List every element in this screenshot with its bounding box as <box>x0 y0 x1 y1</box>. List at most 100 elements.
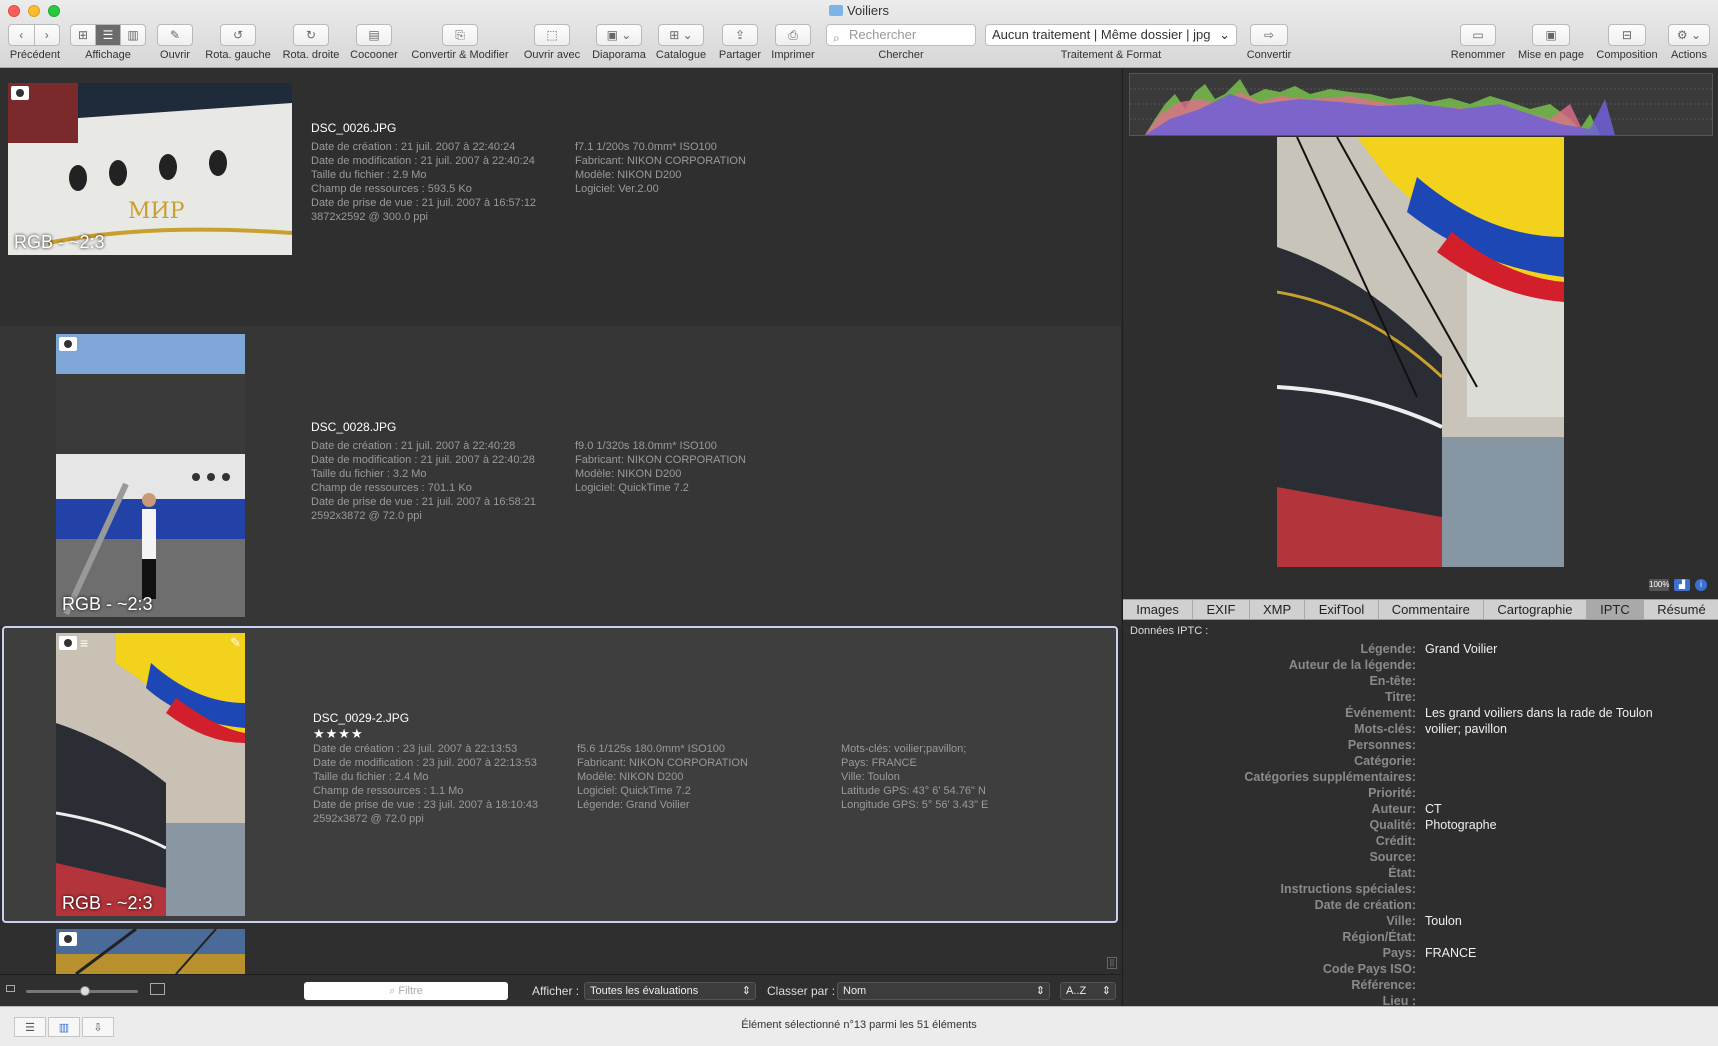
rotate-right-label: Rota. droite <box>282 49 340 61</box>
open-icon: ✎ <box>169 28 181 42</box>
thumbnail-image[interactable] <box>56 929 245 974</box>
folder-icon <box>829 5 844 16</box>
inspector-tabs: Images EXIF XMP ExifTool Commentaire Car… <box>1123 599 1718 620</box>
camera-icon <box>11 86 29 100</box>
file-name: DSC_0029-2.JPG <box>313 711 410 725</box>
iptc-value[interactable]: Les grand voiliers dans la rade de Toulo… <box>1425 706 1653 720</box>
iptc-row: Lieu : <box>1123 994 1718 1006</box>
camera-icon <box>59 636 77 650</box>
thumbnail-image[interactable]: МИР RGB - ~2:3 <box>8 83 292 255</box>
rotate-left-label: Rota. gauche <box>205 49 271 61</box>
thumbnail-size-slider[interactable] <box>26 986 138 996</box>
cocoon-button[interactable]: ▤ <box>356 24 392 46</box>
list-item[interactable]: МИР RGB - ~2:3 DSC_0026.JPG Date de créa… <box>0 69 1121 326</box>
ship-flag-photo <box>1277 137 1564 567</box>
updown-icon: ⇕ <box>741 985 751 997</box>
sort-order-select[interactable]: A..Z ⇕ <box>1060 982 1116 1000</box>
composition-icon: ⊟ <box>1621 28 1633 42</box>
zoom-100-badge[interactable]: 100% <box>1649 579 1669 591</box>
updown-icon: ⇕ <box>1101 985 1111 997</box>
list-item-selected[interactable]: ≡ ✎ RGB - ~2:3 DSC_0029-2.JPG ★★★★ Date … <box>2 626 1118 923</box>
resize-handle-icon[interactable]: || <box>1107 957 1117 969</box>
iptc-row: Priorité: <box>1123 786 1718 802</box>
iptc-value[interactable]: Photographe <box>1425 818 1497 832</box>
open-button[interactable]: ✎ <box>157 24 193 46</box>
ship-photo: МИР <box>8 83 292 255</box>
iptc-value[interactable]: CT <box>1425 802 1442 816</box>
iptc-row: Crédit: <box>1123 834 1718 850</box>
convert-button[interactable]: ⇨ <box>1250 24 1288 46</box>
iptc-value[interactable]: FRANCE <box>1425 946 1476 960</box>
inspector-panel: 100% ▟ i Images EXIF XMP ExifTool Commen… <box>1122 69 1718 1006</box>
iptc-row: En-tête: <box>1123 674 1718 690</box>
rename-button[interactable]: ▭ <box>1460 24 1496 46</box>
share-button[interactable]: ⇪ <box>722 24 758 46</box>
rotate-left-button[interactable]: ↺ <box>220 24 256 46</box>
tab-map[interactable]: Cartographie <box>1484 600 1587 619</box>
print-button[interactable]: ⎙ <box>775 24 811 46</box>
iptc-row: Code Pays ISO: <box>1123 962 1718 978</box>
exif-info: f5.6 1/125s 180.0mm* ISO100 Fabricant: NI… <box>577 743 748 811</box>
iptc-row: Auteur: CT <box>1123 802 1718 818</box>
thumbnail-image[interactable]: RGB - ~2:3 <box>56 334 245 617</box>
show-label: Afficher : <box>532 984 580 998</box>
rating-filter-select[interactable]: Toutes les évaluations ⇕ <box>584 982 756 1000</box>
color-ratio-overlay: RGB - ~2:3 <box>14 232 105 252</box>
pin-icon: ✎ <box>230 635 241 650</box>
filter-input[interactable]: ⌕ Filtre <box>304 982 508 1000</box>
composition-button[interactable]: ⊟ <box>1608 24 1646 46</box>
tab-summary[interactable]: Résumé <box>1644 600 1718 619</box>
actions-button[interactable]: ⚙ ⌄ <box>1668 24 1710 46</box>
filmstrip-view-icon[interactable]: ▥ <box>121 25 145 45</box>
open-with-button[interactable]: ⬚ <box>534 24 570 46</box>
iptc-value[interactable]: voilier; pavillon <box>1425 722 1507 736</box>
tab-comment[interactable]: Commentaire <box>1379 600 1485 619</box>
file-info: Date de création : 21 juil. 2007 à 22:40… <box>311 440 537 522</box>
histogram-toggle-icon[interactable]: ▟ <box>1674 579 1690 591</box>
slideshow-button[interactable]: ▣ ⌄ <box>596 24 642 46</box>
print-label: Imprimer <box>771 49 815 61</box>
printer-icon: ⎙ <box>788 27 798 42</box>
info-icon[interactable]: i <box>1695 579 1707 591</box>
image-preview <box>1277 137 1564 567</box>
iptc-key: Référence: <box>1351 978 1416 992</box>
slideshow-label: Diaporama <box>592 49 646 61</box>
color-ratio-overlay: RGB - ~2:3 <box>62 594 153 614</box>
tab-iptc[interactable]: IPTC <box>1586 600 1644 619</box>
actions-label: Actions <box>1670 49 1708 61</box>
tab-exif[interactable]: EXIF <box>1193 600 1250 619</box>
convert-modify-button[interactable]: ⎘ <box>442 24 478 46</box>
back-forward-control[interactable]: ‹ › <box>8 24 60 46</box>
sort-select[interactable]: Nom ⇕ <box>837 982 1050 1000</box>
iptc-row: Pays: FRANCE <box>1123 946 1718 962</box>
rotate-right-button[interactable]: ↻ <box>293 24 329 46</box>
iptc-row: Source: <box>1123 850 1718 866</box>
rating-stars[interactable]: ★★★★ <box>313 726 364 742</box>
iptc-header: Données IPTC : <box>1130 625 1209 637</box>
file-info: Date de création : 21 juil. 2007 à 22:40… <box>311 141 537 223</box>
iptc-value[interactable]: Grand Voilier <box>1425 642 1497 656</box>
list-item[interactable] <box>0 924 1121 974</box>
iptc-key: Légende: <box>1360 642 1416 656</box>
page-layout-button[interactable]: ▣ <box>1532 24 1570 46</box>
search-icon: ⌕ <box>389 985 399 997</box>
chevron-right-icon[interactable]: › <box>35 25 60 45</box>
iptc-row: Région/État: <box>1123 930 1718 946</box>
tab-xmp[interactable]: XMP <box>1250 600 1306 619</box>
list-view-icon[interactable]: ☰ <box>96 25 121 45</box>
catalog-button[interactable]: ⊞ ⌄ <box>658 24 704 46</box>
chevron-left-icon[interactable]: ‹ <box>9 25 35 45</box>
tab-images[interactable]: Images <box>1123 600 1194 619</box>
view-mode-control[interactable]: ⊞ ☰ ▥ <box>70 24 146 46</box>
iptc-value[interactable]: Toulon <box>1425 914 1462 928</box>
slider-knob[interactable] <box>80 986 90 996</box>
grid-view-icon[interactable]: ⊞ <box>71 25 96 45</box>
status-bar: ☰ ▥ ⇩ Élément sélectionné n°13 parmi les… <box>0 1006 1718 1046</box>
iptc-row: Catégorie: <box>1123 754 1718 770</box>
tab-exiftool[interactable]: ExifTool <box>1305 600 1379 619</box>
processing-format-select[interactable]: Aucun traitement | Même dossier | jpg ⌄ <box>985 24 1237 46</box>
search-input[interactable]: ⌕ Rechercher <box>826 24 976 46</box>
thumbnail-image[interactable]: ≡ ✎ RGB - ~2:3 <box>56 633 245 916</box>
iptc-row: Ville: Toulon <box>1123 914 1718 930</box>
list-item[interactable]: RGB - ~2:3 DSC_0028.JPG Date de création… <box>0 326 1121 626</box>
